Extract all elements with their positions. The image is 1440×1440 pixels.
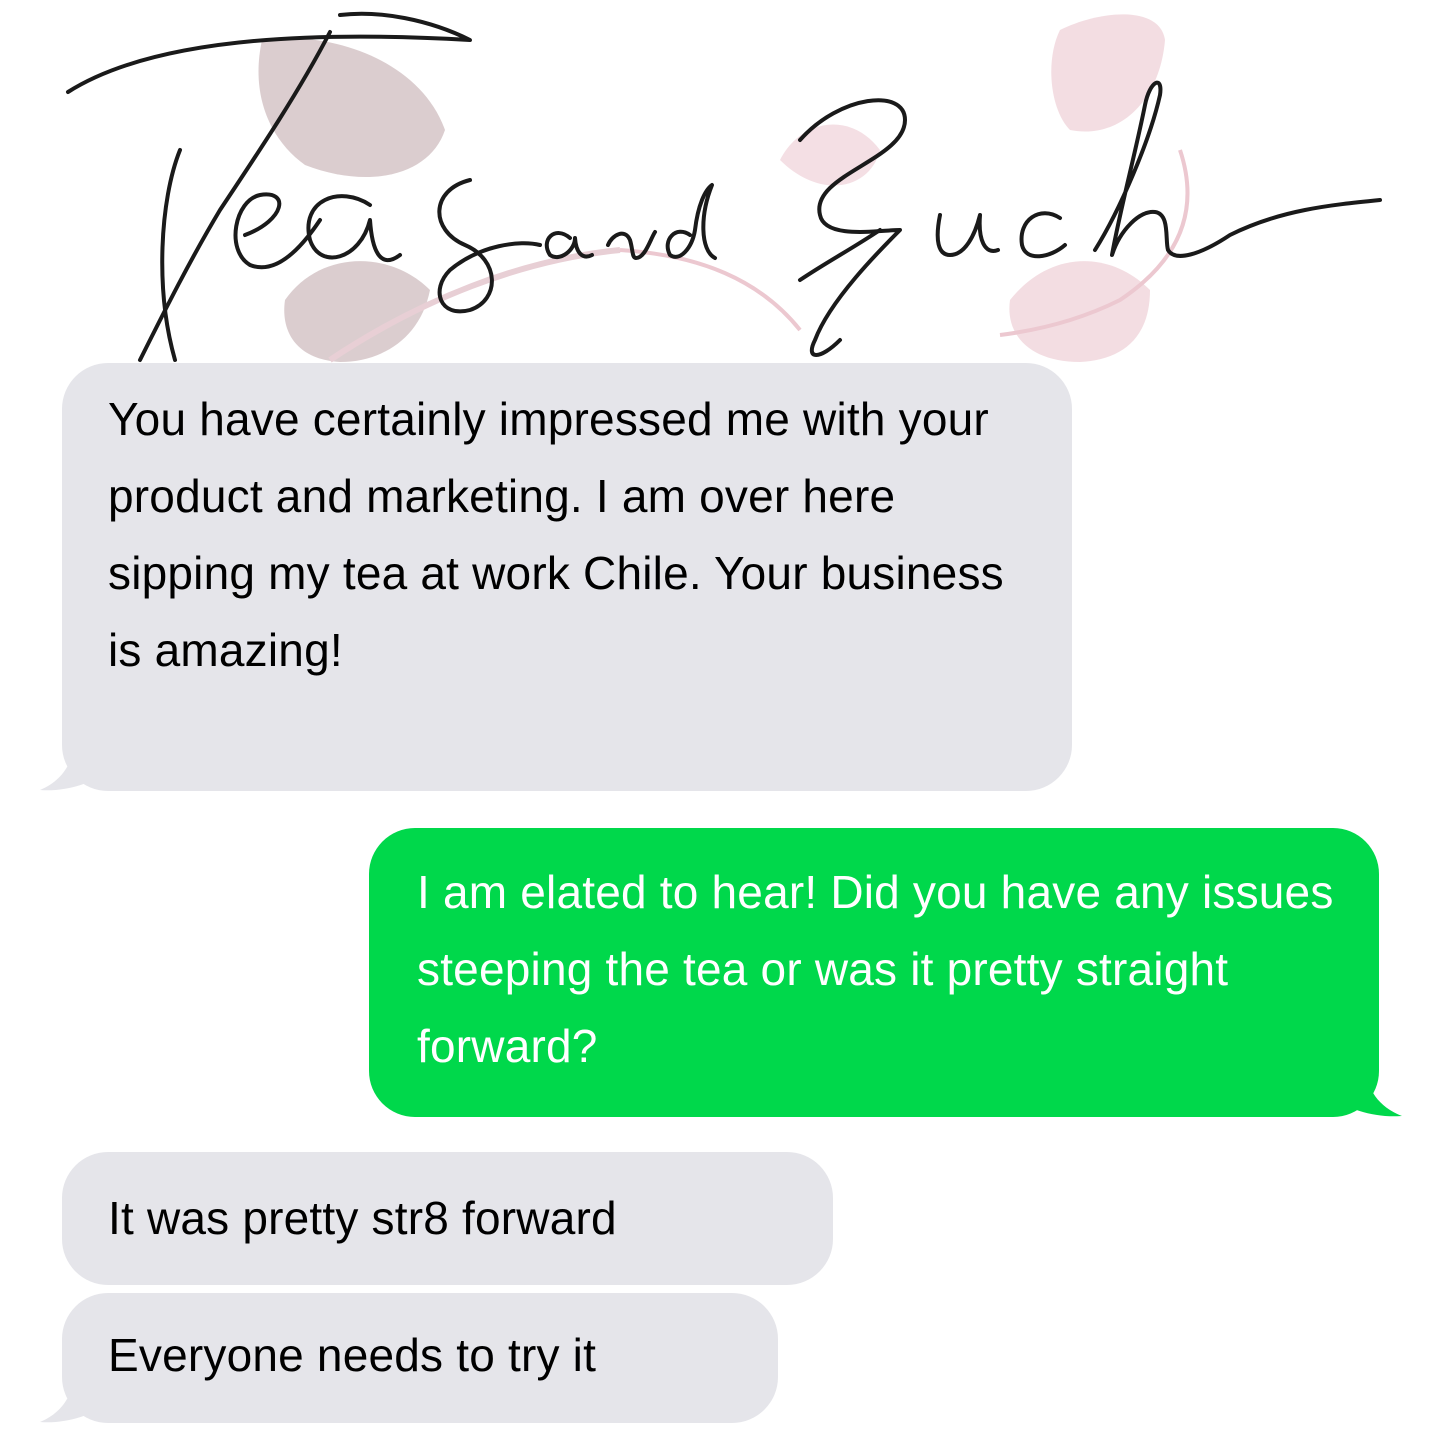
bubble-tail-outgoing xyxy=(1330,1066,1402,1117)
bubble-tail-incoming xyxy=(40,1372,110,1423)
message-bubble-incoming[interactable]: It was pretty str8 forward xyxy=(62,1152,833,1285)
bubble-tail-incoming xyxy=(40,740,110,791)
message-text: It was pretty str8 forward xyxy=(108,1192,617,1244)
leaf-decoration xyxy=(258,14,1190,363)
message-bubble-outgoing[interactable]: I am elated to hear! Did you have any is… xyxy=(369,828,1379,1117)
message-bubble-incoming[interactable]: You have certainly impressed me with you… xyxy=(62,363,1072,791)
message-text: You have certainly impressed me with you… xyxy=(108,393,1004,676)
message-text: I am elated to hear! Did you have any is… xyxy=(417,866,1334,1072)
message-text: Everyone needs to try it xyxy=(108,1329,597,1381)
teas-and-such-logo xyxy=(66,11,1382,363)
message-bubble-incoming[interactable]: Everyone needs to try it xyxy=(62,1293,778,1423)
